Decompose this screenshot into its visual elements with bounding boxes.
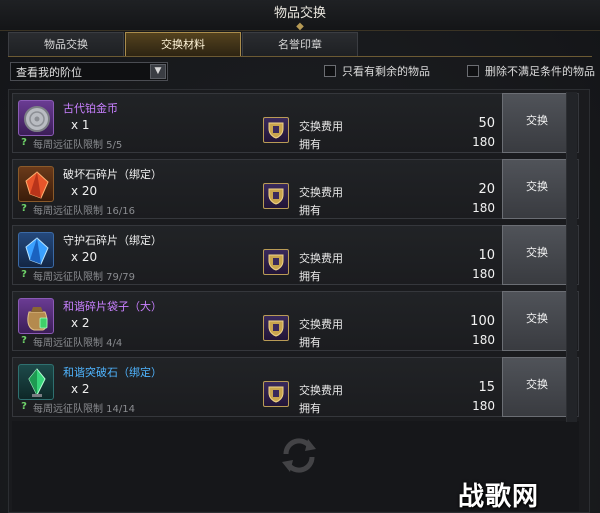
help-icon[interactable]: ? <box>19 138 29 148</box>
item-quantity: x 20 <box>71 184 98 198</box>
currency-icon <box>263 117 289 143</box>
cost-label: 交换费用 <box>299 384 343 397</box>
item-quantity: x 1 <box>71 118 90 132</box>
cost-value: 10 <box>478 248 495 263</box>
exchange-row: 守护石碎片（绑定） x 20 ? 每周远征队限制 79/79 交换费用 10 拥… <box>12 225 579 285</box>
owned-value: 180 <box>472 267 495 281</box>
refresh-emblem-icon <box>268 430 330 480</box>
owned-value: 180 <box>472 135 495 149</box>
owned-label: 拥有 <box>299 402 321 415</box>
cost-value: 15 <box>478 380 495 395</box>
currency-icon <box>263 249 289 275</box>
weekly-limit: 每周远征队限制 16/16 <box>33 206 135 217</box>
owned-value: 180 <box>472 333 495 347</box>
weekly-limit: 每周远征队限制 79/79 <box>33 272 135 283</box>
tier-select[interactable]: 查看我的阶位 ▼ <box>10 62 168 81</box>
exchange-button[interactable]: 交换 <box>502 159 572 219</box>
owned-value: 180 <box>472 201 495 215</box>
item-name: 守护石碎片（绑定） <box>63 234 162 247</box>
item-name: 和谐突破石（绑定） <box>63 366 162 379</box>
exchange-window: 物品交换 ◆ 物品交换 交换材料 名誉印章 查看我的阶位 ▼ 只看有剩余的物品 … <box>0 0 600 513</box>
tab-item-exchange[interactable]: 物品交换 <box>8 32 124 56</box>
currency-icon <box>263 315 289 341</box>
tab-exchange-materials[interactable]: 交换材料 <box>125 32 241 56</box>
chevron-down-icon[interactable]: ▼ <box>150 64 166 79</box>
item-name: 破坏石碎片（绑定） <box>63 168 162 181</box>
owned-label: 拥有 <box>299 204 321 217</box>
owned-value: 180 <box>472 399 495 413</box>
cost-value: 50 <box>478 116 495 131</box>
owned-label: 拥有 <box>299 138 321 151</box>
help-icon[interactable]: ? <box>19 336 29 346</box>
weekly-limit: 每周远征队限制 5/5 <box>33 140 123 151</box>
red-crystal-icon <box>18 166 54 202</box>
help-icon[interactable]: ? <box>19 402 29 412</box>
pouch-icon <box>18 298 54 334</box>
help-icon[interactable]: ? <box>19 204 29 214</box>
cost-label: 交换费用 <box>299 252 343 265</box>
exchange-button[interactable]: 交换 <box>502 225 572 285</box>
exchange-button[interactable]: 交换 <box>502 93 572 153</box>
weekly-limit: 每周远征队限制 14/14 <box>33 404 135 415</box>
green-gem-icon <box>18 364 54 400</box>
tab-honor-seals[interactable]: 名誉印章 <box>242 32 358 56</box>
exchange-button[interactable]: 交换 <box>502 291 572 351</box>
cost-label: 交换费用 <box>299 318 343 331</box>
weekly-limit: 每周远征队限制 4/4 <box>33 338 123 349</box>
item-quantity: x 2 <box>71 382 90 396</box>
cost-value: 100 <box>470 314 495 329</box>
only-remaining-checkbox[interactable] <box>324 65 336 77</box>
help-icon[interactable]: ? <box>19 270 29 280</box>
tier-select-value: 查看我的阶位 <box>16 66 82 79</box>
item-name: 和谐碎片袋子（大） <box>63 300 162 313</box>
item-quantity: x 20 <box>71 250 98 264</box>
tab-divider <box>8 56 592 57</box>
item-name: 古代铂金币 <box>63 102 118 115</box>
currency-icon <box>263 183 289 209</box>
owned-label: 拥有 <box>299 336 321 349</box>
cost-label: 交换费用 <box>299 120 343 133</box>
hide-unmet-label: 删除不满足条件的物品 <box>485 65 595 78</box>
list-scrollbar[interactable] <box>566 92 577 422</box>
site-watermark: 战歌网 <box>458 482 540 512</box>
cost-value: 20 <box>478 182 495 197</box>
currency-icon <box>263 381 289 407</box>
exchange-row: 和谐突破石（绑定） x 2 ? 每周远征队限制 14/14 交换费用 15 拥有… <box>12 357 579 417</box>
hide-unmet-checkbox[interactable] <box>467 65 479 77</box>
cost-label: 交换费用 <box>299 186 343 199</box>
title-ornament-icon: ◆ <box>296 21 304 32</box>
exchange-button[interactable]: 交换 <box>502 357 572 417</box>
blue-crystal-icon <box>18 232 54 268</box>
owned-label: 拥有 <box>299 270 321 283</box>
exchange-row: 和谐碎片袋子（大） x 2 ? 每周远征队限制 4/4 交换费用 100 拥有 … <box>12 291 579 351</box>
exchange-row: 古代铂金币 x 1 ? 每周远征队限制 5/5 交换费用 50 拥有 180 交… <box>12 93 579 153</box>
item-quantity: x 2 <box>71 316 90 330</box>
only-remaining-label: 只看有剩余的物品 <box>342 65 430 78</box>
exchange-row: 破坏石碎片（绑定） x 20 ? 每周远征队限制 16/16 交换费用 20 拥… <box>12 159 579 219</box>
silver-coin-icon <box>18 100 54 136</box>
